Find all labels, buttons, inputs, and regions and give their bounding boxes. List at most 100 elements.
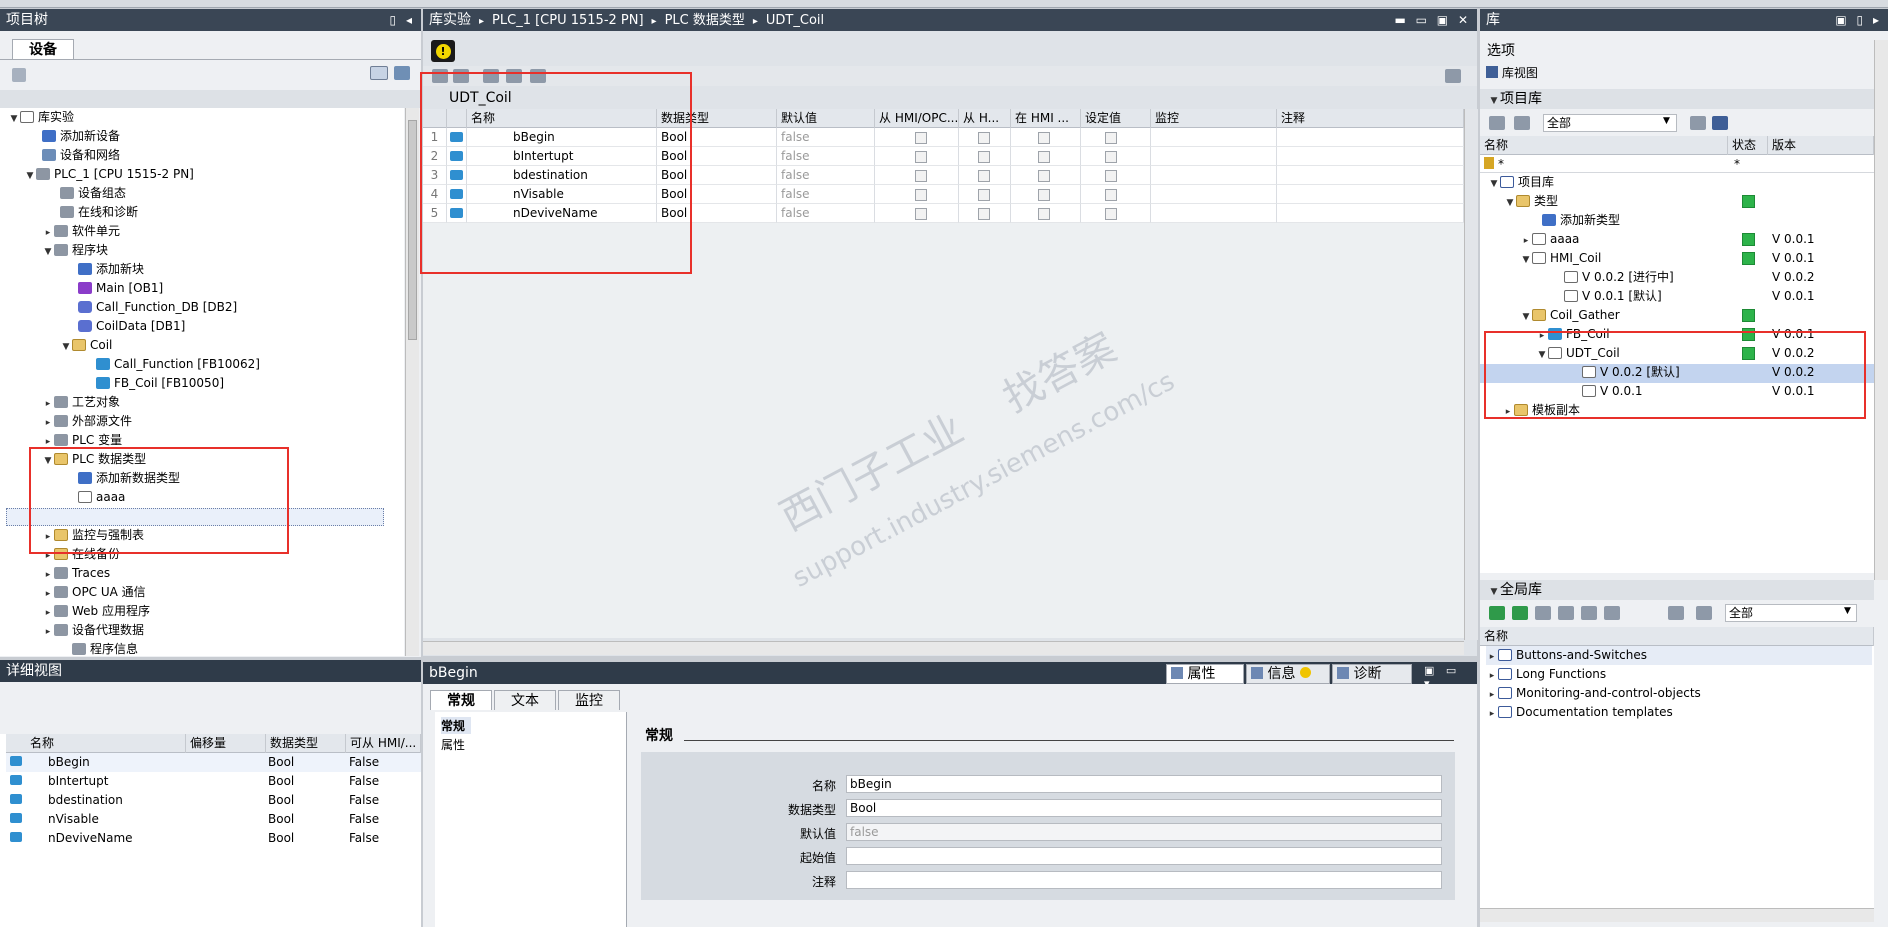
global-lib-icon-7[interactable] [1668, 606, 1684, 620]
checkbox[interactable] [1105, 151, 1117, 163]
global-lib-icon-1[interactable] [1489, 606, 1505, 620]
global-lib-header[interactable]: ▼ 全局库 [1480, 580, 1874, 600]
tree-item[interactable]: 程序信息 [60, 640, 138, 659]
breadcrumb-item[interactable]: PLC 数据类型 [665, 13, 745, 28]
tree-item[interactable]: FB_Coil [FB10050] [84, 374, 224, 393]
library-item[interactable]: ▼ 类型 [1504, 192, 1874, 211]
library-item[interactable]: ▼ Coil_Gather [1520, 306, 1874, 325]
nav-attributes[interactable]: 属性 [441, 736, 465, 753]
lib-icon-4[interactable] [1712, 116, 1728, 130]
tree-item[interactable]: CoilData [DB1] [66, 317, 185, 336]
project-lib-header[interactable]: ▼ 项目库 [1480, 89, 1874, 109]
tree-item[interactable]: ▼ 程序块 [42, 241, 108, 260]
tab-properties[interactable]: 属性 [1166, 664, 1244, 684]
field-input[interactable]: Bool [846, 799, 1442, 817]
tree-item[interactable]: ▸ 外部源文件 [42, 412, 132, 431]
editor-h-scrollbar[interactable] [423, 641, 1464, 655]
tree-item[interactable]: ▸ 设备代理数据 [42, 621, 144, 640]
checkbox[interactable] [1038, 189, 1050, 201]
properties-icon[interactable] [12, 68, 26, 82]
warning-icon[interactable]: ! [431, 40, 455, 62]
global-library-item[interactable]: ▸ Monitoring-and-control-objects [1486, 684, 1872, 703]
filter-icon[interactable] [1484, 157, 1494, 169]
global-library-item[interactable]: ▸ Buttons-and-Switches [1486, 646, 1872, 665]
tree-item[interactable]: ▼ PLC_1 [CPU 1515-2 PN] [24, 165, 194, 184]
dropdown-arrow-icon[interactable]: ▼ [1844, 606, 1851, 616]
lib-icon-1[interactable] [1489, 116, 1505, 130]
global-lib-h-scrollbar[interactable] [1480, 908, 1874, 922]
overview-icon[interactable] [370, 66, 388, 80]
lib-icon-2[interactable] [1514, 116, 1530, 130]
field-input[interactable]: false [846, 823, 1442, 841]
expand-toggle-icon[interactable]: ▼ [1520, 308, 1532, 327]
dropdown-arrow-icon[interactable]: ▼ [1663, 116, 1670, 126]
expand-toggle-icon[interactable]: ▸ [1486, 705, 1498, 724]
detail-row[interactable]: bBegin Bool False [6, 753, 421, 772]
checkbox[interactable] [915, 170, 927, 182]
checkbox[interactable] [978, 151, 990, 163]
checkbox[interactable] [978, 132, 990, 144]
tab-info[interactable]: 信息 [1246, 664, 1330, 684]
checkbox[interactable] [915, 189, 927, 201]
global-lib-icon-5[interactable] [1581, 606, 1597, 620]
checkbox[interactable] [1105, 189, 1117, 201]
global-library-item[interactable]: ▸ Documentation templates [1486, 703, 1872, 722]
detail-row[interactable]: nDeviveName Bool False [6, 829, 421, 848]
global-lib-icon-3[interactable] [1535, 606, 1551, 620]
checkbox[interactable] [1105, 132, 1117, 144]
tree-item[interactable]: 设备组态 [48, 184, 126, 203]
global-library-item[interactable]: ▸ Long Functions [1486, 665, 1872, 684]
library-item[interactable]: ▼ 项目库 [1488, 173, 1874, 192]
global-lib-filter[interactable]: 全部 [1725, 604, 1857, 622]
detail-row[interactable]: bIntertupt Bool False [6, 772, 421, 791]
checkbox[interactable] [915, 132, 927, 144]
project-lib-scrollbar[interactable] [1874, 40, 1888, 580]
tree-scrollbar[interactable] [405, 108, 419, 656]
breadcrumb-item[interactable]: UDT_Coil [766, 13, 824, 28]
detail-row[interactable]: nVisable Bool False [6, 810, 421, 829]
global-lib-icon-6[interactable] [1604, 606, 1620, 620]
checkbox[interactable] [1038, 132, 1050, 144]
library-item[interactable]: ▼ HMI_Coil [1520, 249, 1874, 268]
tree-item[interactable]: Main [OB1] [66, 279, 163, 298]
tree-item[interactable]: ▸ OPC UA 通信 [42, 583, 146, 602]
editor-v-scrollbar[interactable] [1464, 109, 1478, 640]
filter-state-value[interactable]: * [1734, 157, 1740, 171]
tree-item[interactable]: ▸ Traces [42, 564, 110, 583]
editor-menu-icon[interactable] [1445, 69, 1461, 83]
library-item[interactable]: 添加新类型 [1530, 211, 1874, 230]
checkbox[interactable] [978, 189, 990, 201]
panel-controls[interactable]: ▯ ◂ [390, 9, 415, 31]
network-view-icon[interactable] [394, 66, 410, 80]
filter-name-value[interactable]: * [1498, 157, 1504, 171]
breadcrumb-item[interactable]: PLC_1 [CPU 1515-2 PN] [492, 13, 644, 28]
checkbox[interactable] [915, 208, 927, 220]
project-lib-filter[interactable]: 全部 [1543, 114, 1677, 132]
expand-toggle-icon[interactable]: ▼ [60, 338, 72, 357]
expand-toggle-icon[interactable]: ▼ [8, 110, 20, 129]
tree-item[interactable]: ▸ 工艺对象 [42, 393, 120, 412]
tree-item[interactable]: 添加新块 [66, 260, 144, 279]
field-input[interactable]: bBegin [846, 775, 1442, 793]
nav-general[interactable]: 常规 [441, 717, 471, 734]
tab-text[interactable]: 文本 [494, 690, 556, 710]
expand-toggle-icon[interactable]: ▼ [1520, 251, 1532, 270]
expand-toggle-icon[interactable]: ▼ [24, 167, 36, 186]
tree-item[interactable]: 设备和网络 [30, 146, 120, 165]
tab-general[interactable]: 常规 [430, 690, 492, 710]
library-panel-controls[interactable]: ▣ ▯ ▸ [1835, 9, 1882, 31]
expand-toggle-icon[interactable]: ▼ [1504, 194, 1516, 213]
tab-devices[interactable]: 设备 [12, 39, 74, 59]
tree-item[interactable]: ▸ 软件单元 [42, 222, 120, 241]
checkbox[interactable] [1038, 151, 1050, 163]
checkbox[interactable] [1105, 170, 1117, 182]
library-item[interactable]: V 0.0.1 [默认] [1552, 287, 1874, 306]
checkbox[interactable] [978, 170, 990, 182]
tree-item[interactable]: 在线和诊断 [48, 203, 138, 222]
tree-item[interactable]: Call_Function [FB10062] [84, 355, 260, 374]
editor-window-controls[interactable]: ▬ ▭ ▣ ✕ [1394, 9, 1471, 31]
tree-item[interactable]: 添加新设备 [30, 127, 120, 146]
tree-item[interactable]: ▼ Coil [60, 336, 113, 357]
breadcrumb-item[interactable]: 库实验 [429, 12, 471, 28]
tree-item[interactable]: ▼ 库实验 [8, 108, 74, 127]
